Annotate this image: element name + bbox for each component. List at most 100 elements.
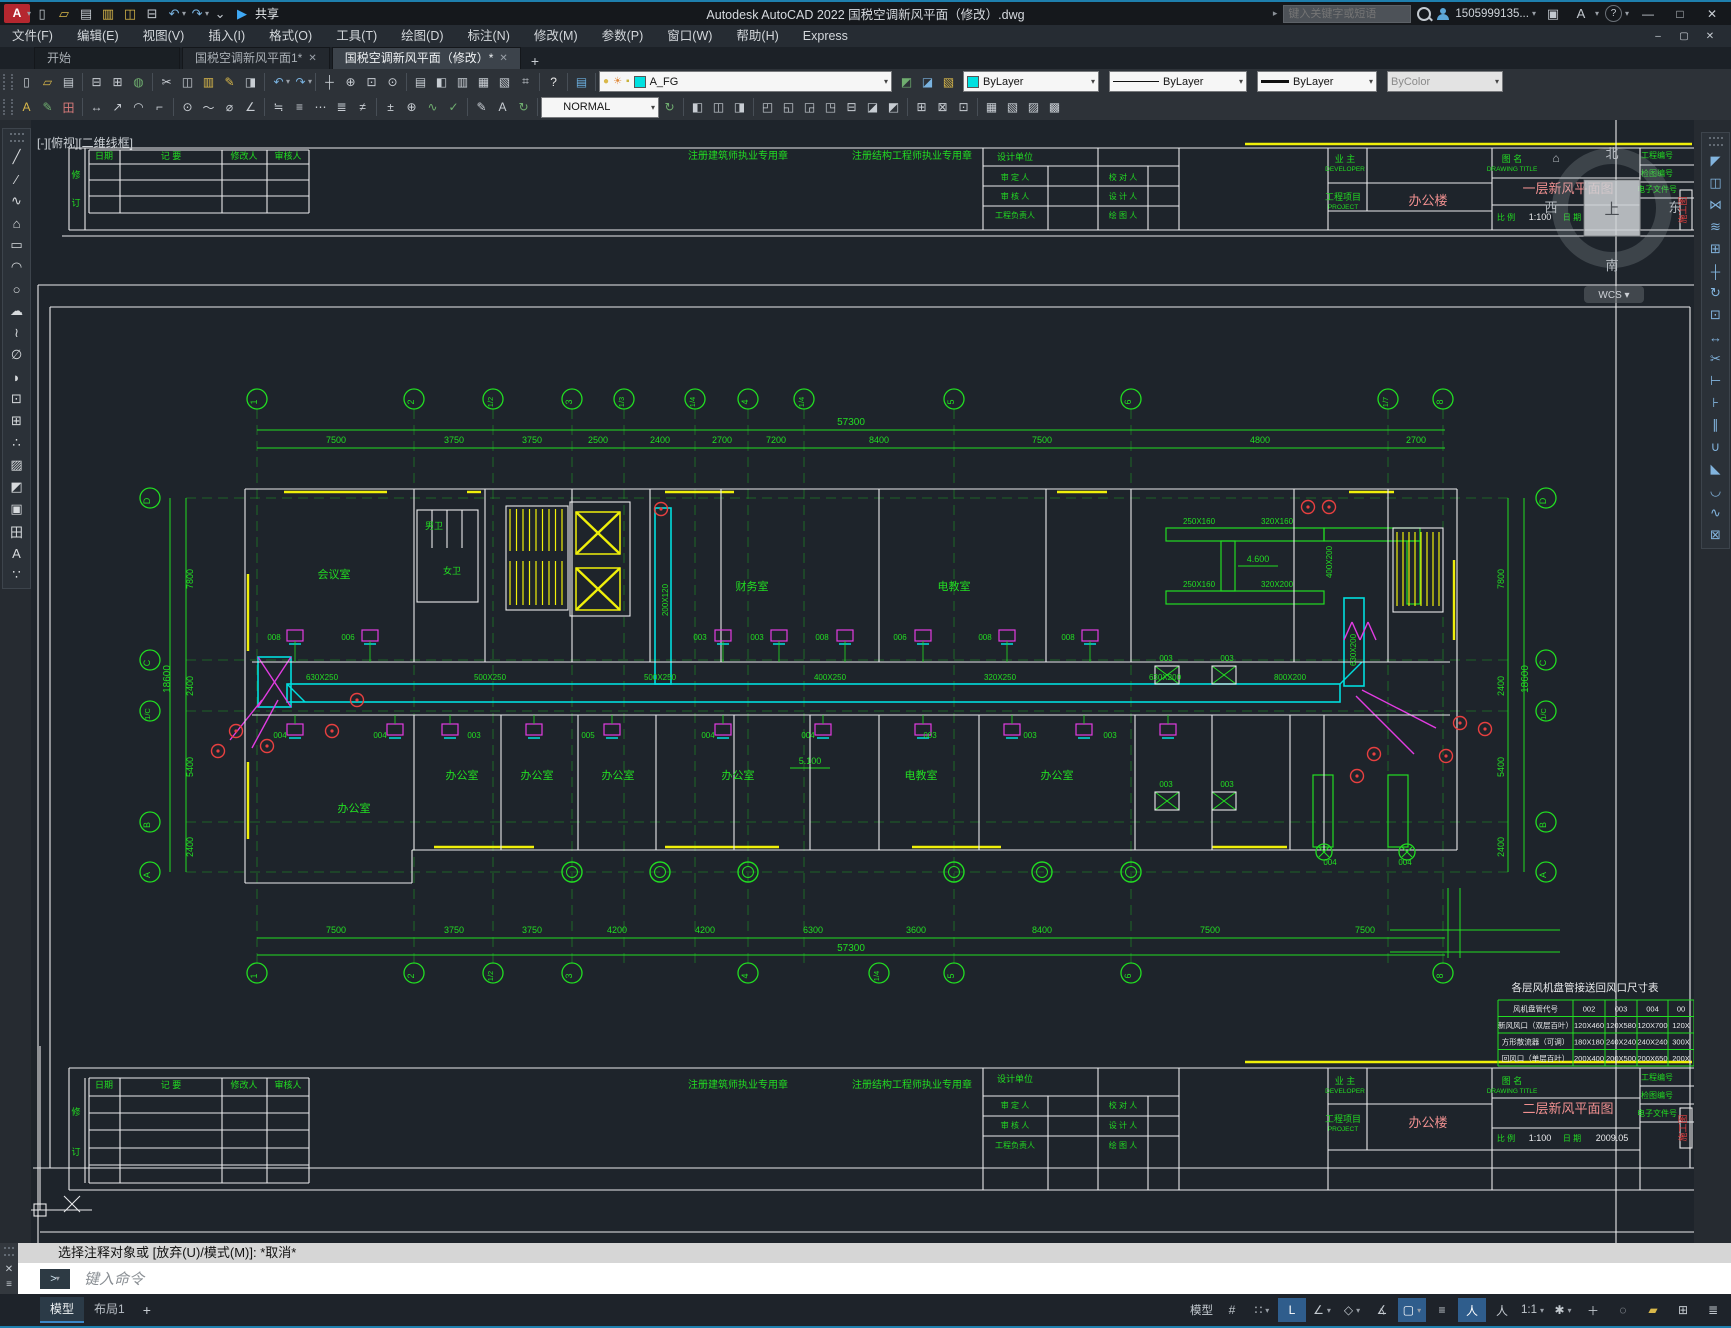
polygon-icon[interactable]: ⌂ [6, 212, 28, 234]
join-icon[interactable]: ▦ [981, 97, 1002, 117]
object-snap-tracking-icon[interactable]: ∡ [1368, 1298, 1396, 1322]
palette-grip[interactable] [9, 133, 24, 142]
share-button[interactable]: 共享 [255, 5, 279, 22]
close-tab-icon[interactable]: ✕ [308, 48, 316, 69]
menu-插入(I)[interactable]: 插入(I) [196, 25, 257, 47]
array-icon[interactable]: ⊞ [1705, 238, 1727, 260]
user-caret-icon[interactable]: ▾ [1532, 9, 1536, 18]
command-grip[interactable] [4, 1247, 14, 1256]
menu-文件(F)[interactable]: 文件(F) [0, 25, 65, 47]
trim-icon[interactable]: ◳ [820, 97, 841, 117]
help-icon[interactable]: ? [1604, 5, 1622, 22]
doc-window-button[interactable]: ✕ [1697, 31, 1723, 42]
rectangle-icon[interactable]: ▭ [6, 234, 28, 256]
layout-tab-布局1[interactable]: 布局1 [84, 1297, 135, 1321]
isolate-objects-icon[interactable]: ◌ [1609, 1298, 1637, 1322]
array-icon[interactable]: ⊞ [911, 97, 932, 117]
quick-dim-icon[interactable]: ≒ [268, 97, 289, 117]
help-icon[interactable]: ? [543, 72, 564, 92]
menu-标注(N)[interactable]: 标注(N) [456, 25, 522, 47]
publish-icon[interactable]: ◍ [128, 72, 149, 92]
close-button[interactable]: ✕ [1699, 7, 1725, 21]
app-store-cart-icon[interactable]: ▣ [1542, 3, 1564, 24]
zoom-window-icon[interactable]: ⊡ [361, 72, 382, 92]
save-as-icon[interactable]: ▥ [97, 3, 119, 24]
open-web-icon[interactable]: ◫ [119, 3, 141, 24]
table-style-icon[interactable]: 田 [58, 97, 79, 117]
autodesk-a-icon[interactable]: A [1570, 3, 1592, 24]
plotstyle-control-dropdown[interactable]: ByColor ▾ [1387, 71, 1504, 92]
line-icon[interactable]: ╱ [6, 146, 28, 168]
tolerance-icon[interactable]: ± [380, 97, 401, 117]
close-command-icon[interactable]: ✕ [5, 1264, 13, 1275]
extend-icon[interactable]: ⊢ [1705, 370, 1727, 392]
customize-command-icon[interactable]: ≡ [6, 1279, 12, 1290]
layer-states-icon[interactable]: ▧ [938, 72, 959, 92]
fillet-icon[interactable]: ◡ [1705, 480, 1727, 502]
layer-thaw-icon[interactable]: ☀ [613, 76, 622, 87]
open-icon[interactable]: ▱ [53, 3, 75, 24]
qsave-icon[interactable]: ▤ [58, 72, 79, 92]
layer-lock-icon[interactable]: ▪ [626, 76, 630, 87]
help-caret-icon[interactable]: ▾ [1625, 9, 1629, 18]
menu-绘图(D)[interactable]: 绘图(D) [389, 25, 455, 47]
layer-dropdown-caret[interactable]: ▾ [884, 77, 888, 86]
point-style-icon[interactable]: ∵ [6, 564, 28, 586]
blend-curves-icon[interactable]: ∿ [1705, 502, 1727, 524]
explode-icon[interactable]: ⊠ [1705, 524, 1727, 546]
palette-grip[interactable] [1708, 137, 1723, 146]
fillet-icon[interactable]: ◪ [862, 97, 883, 117]
scale-icon[interactable]: ◲ [799, 97, 820, 117]
drawing-canvas[interactable]: 1 2 1/2 3 1/3 1/4 4 1/4 5 6 1/7 8 1 2 1/2 3 4 1/4 5 6 8 D C 1/C… [20, 120, 1695, 1243]
mtext-icon[interactable]: A [6, 542, 28, 564]
extend-icon[interactable]: ⊟ [841, 97, 862, 117]
explode-icon[interactable]: ▨ [1023, 97, 1044, 117]
annotation-scale-button[interactable]: 1:1 ▾ [1518, 1298, 1547, 1322]
a-caret-icon[interactable]: ▾ [1595, 9, 1599, 18]
plot-preview-icon[interactable]: ⊟ [86, 72, 107, 92]
mirror-icon[interactable]: ⋈ [1705, 194, 1727, 216]
dim-jogged-icon[interactable]: 〜 [198, 97, 219, 117]
graphics-performance-icon[interactable]: ▰ [1639, 1298, 1667, 1322]
dim-radius-icon[interactable]: ⊙ [177, 97, 198, 117]
polyline-icon[interactable]: ∿ [6, 190, 28, 212]
ellipse-icon[interactable]: ∅ [6, 344, 28, 366]
linetype-control-dropdown[interactable]: ByLayer ▾ [1109, 71, 1248, 92]
lineweight-display-icon[interactable]: ≡ [1428, 1298, 1456, 1322]
close-tab-icon[interactable]: ✕ [499, 48, 507, 69]
zoom-realtime-icon[interactable]: ⊕ [340, 72, 361, 92]
file-tab[interactable]: 国税空调新风平面1* ✕ [182, 47, 330, 69]
circle-icon[interactable]: ○ [6, 278, 28, 300]
mirror-icon[interactable]: ◱ [778, 97, 799, 117]
pan-icon[interactable]: ┼ [319, 72, 340, 92]
stretch-icon[interactable]: ◨ [729, 97, 750, 117]
dim-ordinate-icon[interactable]: ⌐ [149, 97, 170, 117]
color-control-dropdown[interactable]: ByLayer ▾ [963, 71, 1100, 92]
toolbar-grip[interactable] [3, 99, 13, 115]
copy-icon[interactable]: ◫ [708, 97, 729, 117]
gradient-icon[interactable]: ◩ [6, 476, 28, 498]
menu-工具(T)[interactable]: 工具(T) [324, 25, 389, 47]
move-icon[interactable]: ┼ [1705, 260, 1727, 282]
move-icon[interactable]: ◧ [687, 97, 708, 117]
dimstyle-control-dropdown[interactable]: NORMAL ▾ [541, 96, 659, 118]
dim-arc-length-icon[interactable]: ◠ [128, 97, 149, 117]
join-icon[interactable]: ∪ [1705, 436, 1727, 458]
plot-icon[interactable]: ⊟ [141, 3, 163, 24]
tool-palettes-icon[interactable]: ▥ [452, 72, 473, 92]
doc-window-button[interactable]: ▢ [1671, 31, 1697, 42]
object-snap-icon[interactable]: ▢ ▾ [1397, 1298, 1426, 1322]
dim-diameter-icon[interactable]: ⌀ [219, 97, 240, 117]
qat-menu-icon[interactable]: ⌄ [209, 3, 231, 24]
dim-aligned-icon[interactable]: ↗ [107, 97, 128, 117]
workspace-switching-icon[interactable]: ✱ ▾ [1549, 1298, 1577, 1322]
layer-on-icon[interactable]: ● [603, 76, 609, 87]
copy-icon[interactable]: ◫ [1705, 172, 1727, 194]
insert-block-icon[interactable]: ⊡ [6, 388, 28, 410]
paste-icon[interactable]: ▥ [198, 72, 219, 92]
offset-icon[interactable]: ≋ [1705, 216, 1727, 238]
dim-inspect-icon[interactable]: ✓ [443, 97, 464, 117]
properties-palette-icon[interactable]: ▤ [410, 72, 431, 92]
ortho-mode-icon[interactable]: L [1277, 1298, 1306, 1322]
dim-linear-icon[interactable]: ↔ [86, 97, 107, 117]
